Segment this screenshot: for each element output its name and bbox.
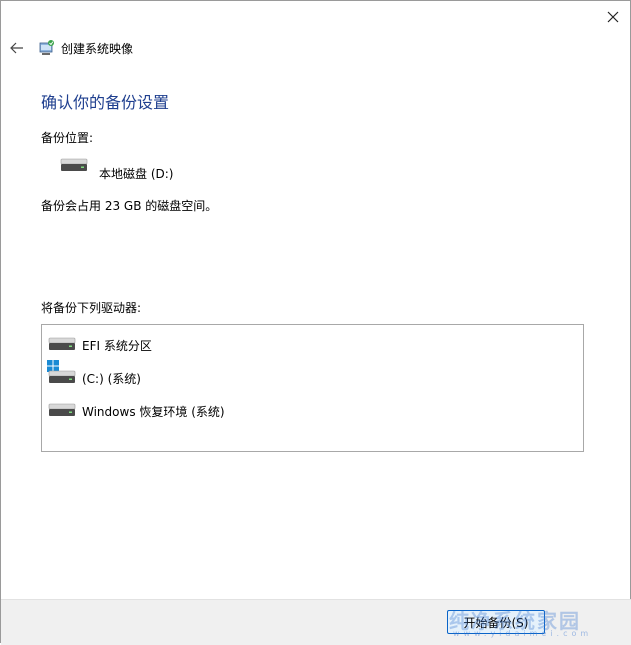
drive-icon	[48, 370, 76, 383]
drives-label: 将备份下列驱动器:	[41, 301, 142, 315]
start-backup-button[interactable]: 开始备份(S)	[447, 610, 545, 634]
list-item-efi[interactable]: EFI 系统分区	[42, 331, 583, 357]
close-icon	[607, 11, 619, 23]
backup-app-icon	[39, 40, 54, 55]
back-button[interactable]	[6, 37, 28, 59]
drive-icon	[60, 158, 88, 171]
back-arrow-icon	[10, 42, 23, 54]
list-item-recovery[interactable]: Windows 恢复环境 (系统)	[42, 397, 583, 423]
window-title: 创建系统映像	[61, 42, 134, 56]
backup-location-label: 备份位置:	[41, 131, 94, 145]
drive-icon	[48, 403, 76, 416]
page-heading: 确认你的备份设置	[41, 93, 170, 112]
drive-label: Windows 恢复环境 (系统)	[82, 405, 225, 419]
drive-label: (C:) (系统)	[82, 372, 141, 386]
close-button[interactable]	[597, 3, 629, 31]
drive-label: EFI 系统分区	[82, 339, 152, 353]
list-item-c-drive[interactable]: (C:) (系统)	[42, 360, 583, 390]
backup-location-drive: 本地磁盘 (D:)	[99, 167, 174, 181]
create-system-image-window: 创建系统映像 确认你的备份设置 备份位置: 本地磁盘 (D:) 备份会占用 23…	[0, 0, 631, 645]
footer-bar: 开始备份(S)	[1, 599, 631, 645]
space-note: 备份会占用 23 GB 的磁盘空间。	[41, 199, 218, 213]
drive-icon	[48, 337, 76, 350]
drives-list[interactable]: EFI 系统分区 (C:) (系统) Windows 恢复环境 (系统)	[41, 324, 584, 452]
